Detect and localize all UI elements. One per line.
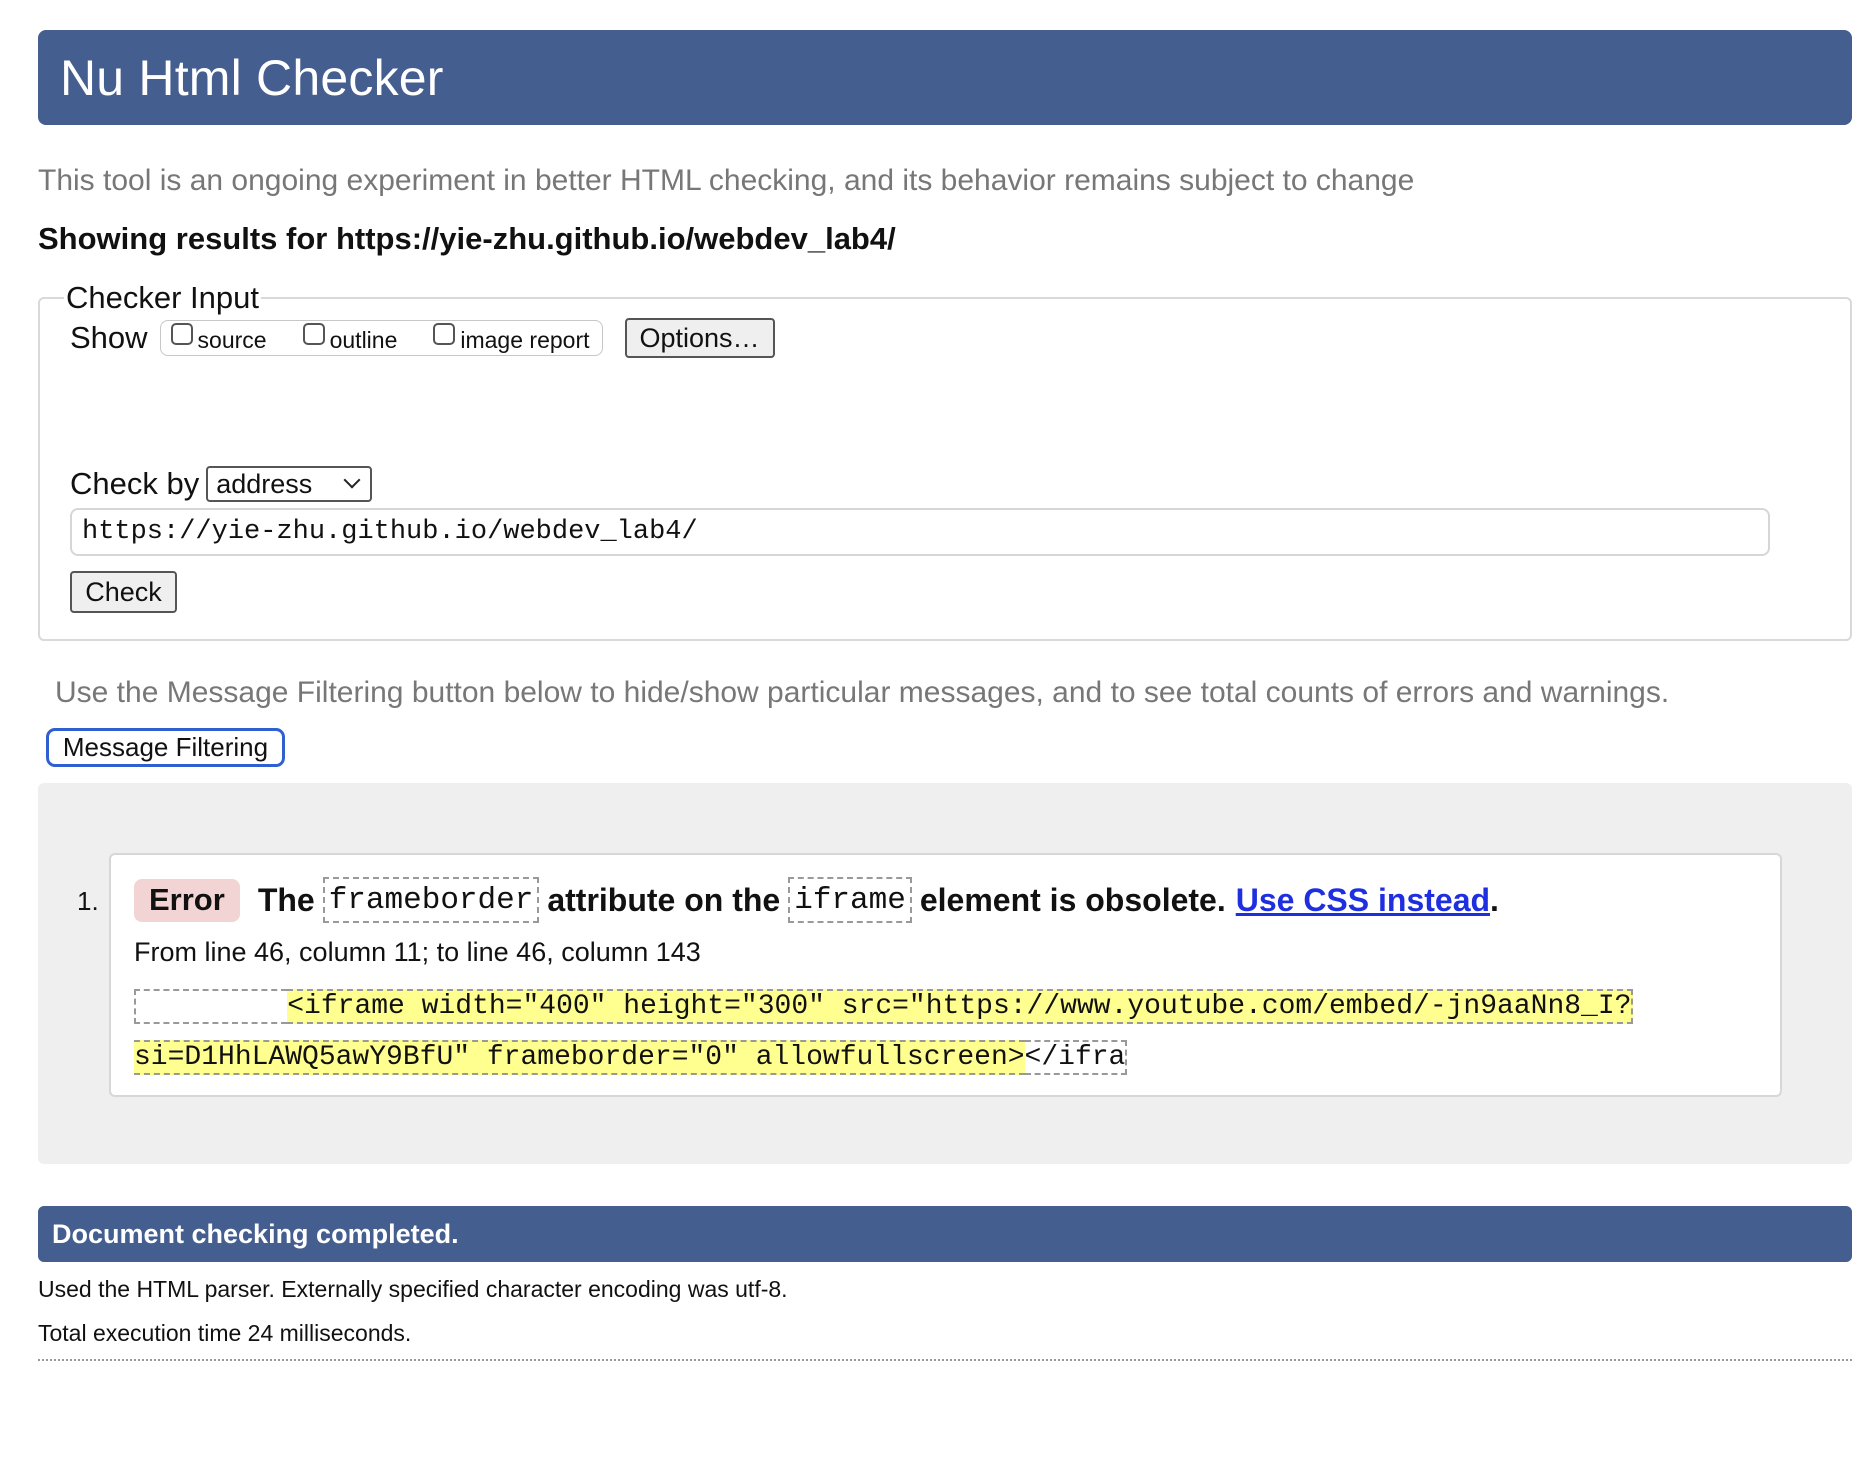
extract-highlight: si=D1HhLAWQ5awY9BfU" frameborder="0" all…: [134, 1040, 1025, 1075]
footer-divider: [38, 1359, 1852, 1361]
source-checkbox-label[interactable]: source: [198, 327, 267, 354]
image-report-checkbox-label[interactable]: image report: [460, 327, 589, 354]
result-number: 1.: [77, 886, 99, 916]
page-header: Nu Html Checker: [38, 30, 1852, 125]
message-filtering-button[interactable]: Message Filtering: [46, 728, 285, 767]
source-option[interactable]: source: [170, 323, 267, 354]
check-by-select[interactable]: address: [206, 466, 373, 502]
check-by-label: Check by: [70, 466, 200, 501]
extract-highlight: <iframe width="400" height="300" src="ht…: [287, 989, 1634, 1024]
outline-option[interactable]: outline: [302, 323, 398, 354]
message-text-part: The: [257, 881, 315, 918]
checker-input-legend: Checker Input: [66, 280, 259, 315]
extract-line: <iframe width="400" height="300" src="ht…: [134, 981, 1634, 1032]
extract-line: si=D1HhLAWQ5awY9BfU" frameborder="0" all…: [134, 1032, 1633, 1083]
options-button[interactable]: Options…: [624, 318, 775, 358]
completed-banner: Document checking completed.: [38, 1206, 1852, 1262]
result-item: Error The frameborder attribute on the i…: [109, 853, 1782, 1097]
execution-time: Total execution time 24 milliseconds.: [38, 1320, 412, 1346]
parser-note: Used the HTML parser. Externally specifi…: [38, 1276, 788, 1302]
checker-input-fieldset: Checker Input Show source outline image …: [38, 280, 1852, 641]
check-by-row: Check by address: [70, 466, 1820, 502]
extract-lead: [134, 989, 288, 1024]
show-row: Show source outline image report Options…: [70, 318, 1820, 358]
message-text-part: .: [1490, 881, 1499, 918]
results-list: 1. Error The frameborder attribute on th…: [38, 783, 1852, 1164]
filter-note: Use the Message Filtering button below t…: [55, 676, 1670, 709]
intro-text: This tool is an ongoing experiment in be…: [38, 164, 1415, 197]
code-token-element: iframe: [788, 877, 912, 923]
use-css-instead-link[interactable]: Use CSS instead: [1236, 882, 1490, 919]
results-for-label: Showing results for: [38, 221, 336, 256]
show-options-group: source outline image report: [159, 320, 603, 356]
message-text-part: attribute on the: [547, 881, 781, 918]
image-report-checkbox[interactable]: [433, 323, 456, 345]
source-checkbox[interactable]: [170, 323, 193, 345]
code-token-attribute: frameborder: [322, 877, 540, 923]
outline-checkbox-label[interactable]: outline: [330, 327, 398, 354]
error-badge: Error: [134, 878, 240, 922]
results-for-url: https://yie-zhu.github.io/webdev_lab4/: [335, 221, 896, 256]
page-title: Nu Html Checker: [60, 49, 444, 106]
chevron-down-icon: [343, 471, 361, 489]
image-report-option[interactable]: image report: [433, 323, 590, 354]
check-by-selected-value: address: [216, 468, 313, 499]
check-button[interactable]: Check: [70, 571, 177, 613]
show-label: Show: [70, 320, 148, 355]
error-message: Error The frameborder attribute on the i…: [134, 877, 1499, 923]
error-location: From line 46, column 11; to line 46, col…: [134, 937, 701, 967]
results-for-heading: Showing results for https://yie-zhu.gith…: [38, 221, 1852, 257]
extract-tail: </ifra: [1024, 1040, 1128, 1075]
outline-checkbox[interactable]: [302, 323, 325, 345]
message-text-part: element is obsolete.: [919, 881, 1226, 918]
code-extract: <iframe width="400" height="300" src="ht…: [134, 981, 1634, 1083]
url-input[interactable]: https://yie-zhu.github.io/webdev_lab4/: [70, 508, 1770, 556]
page: Nu Html Checker This tool is an ongoing …: [38, 30, 1852, 1361]
